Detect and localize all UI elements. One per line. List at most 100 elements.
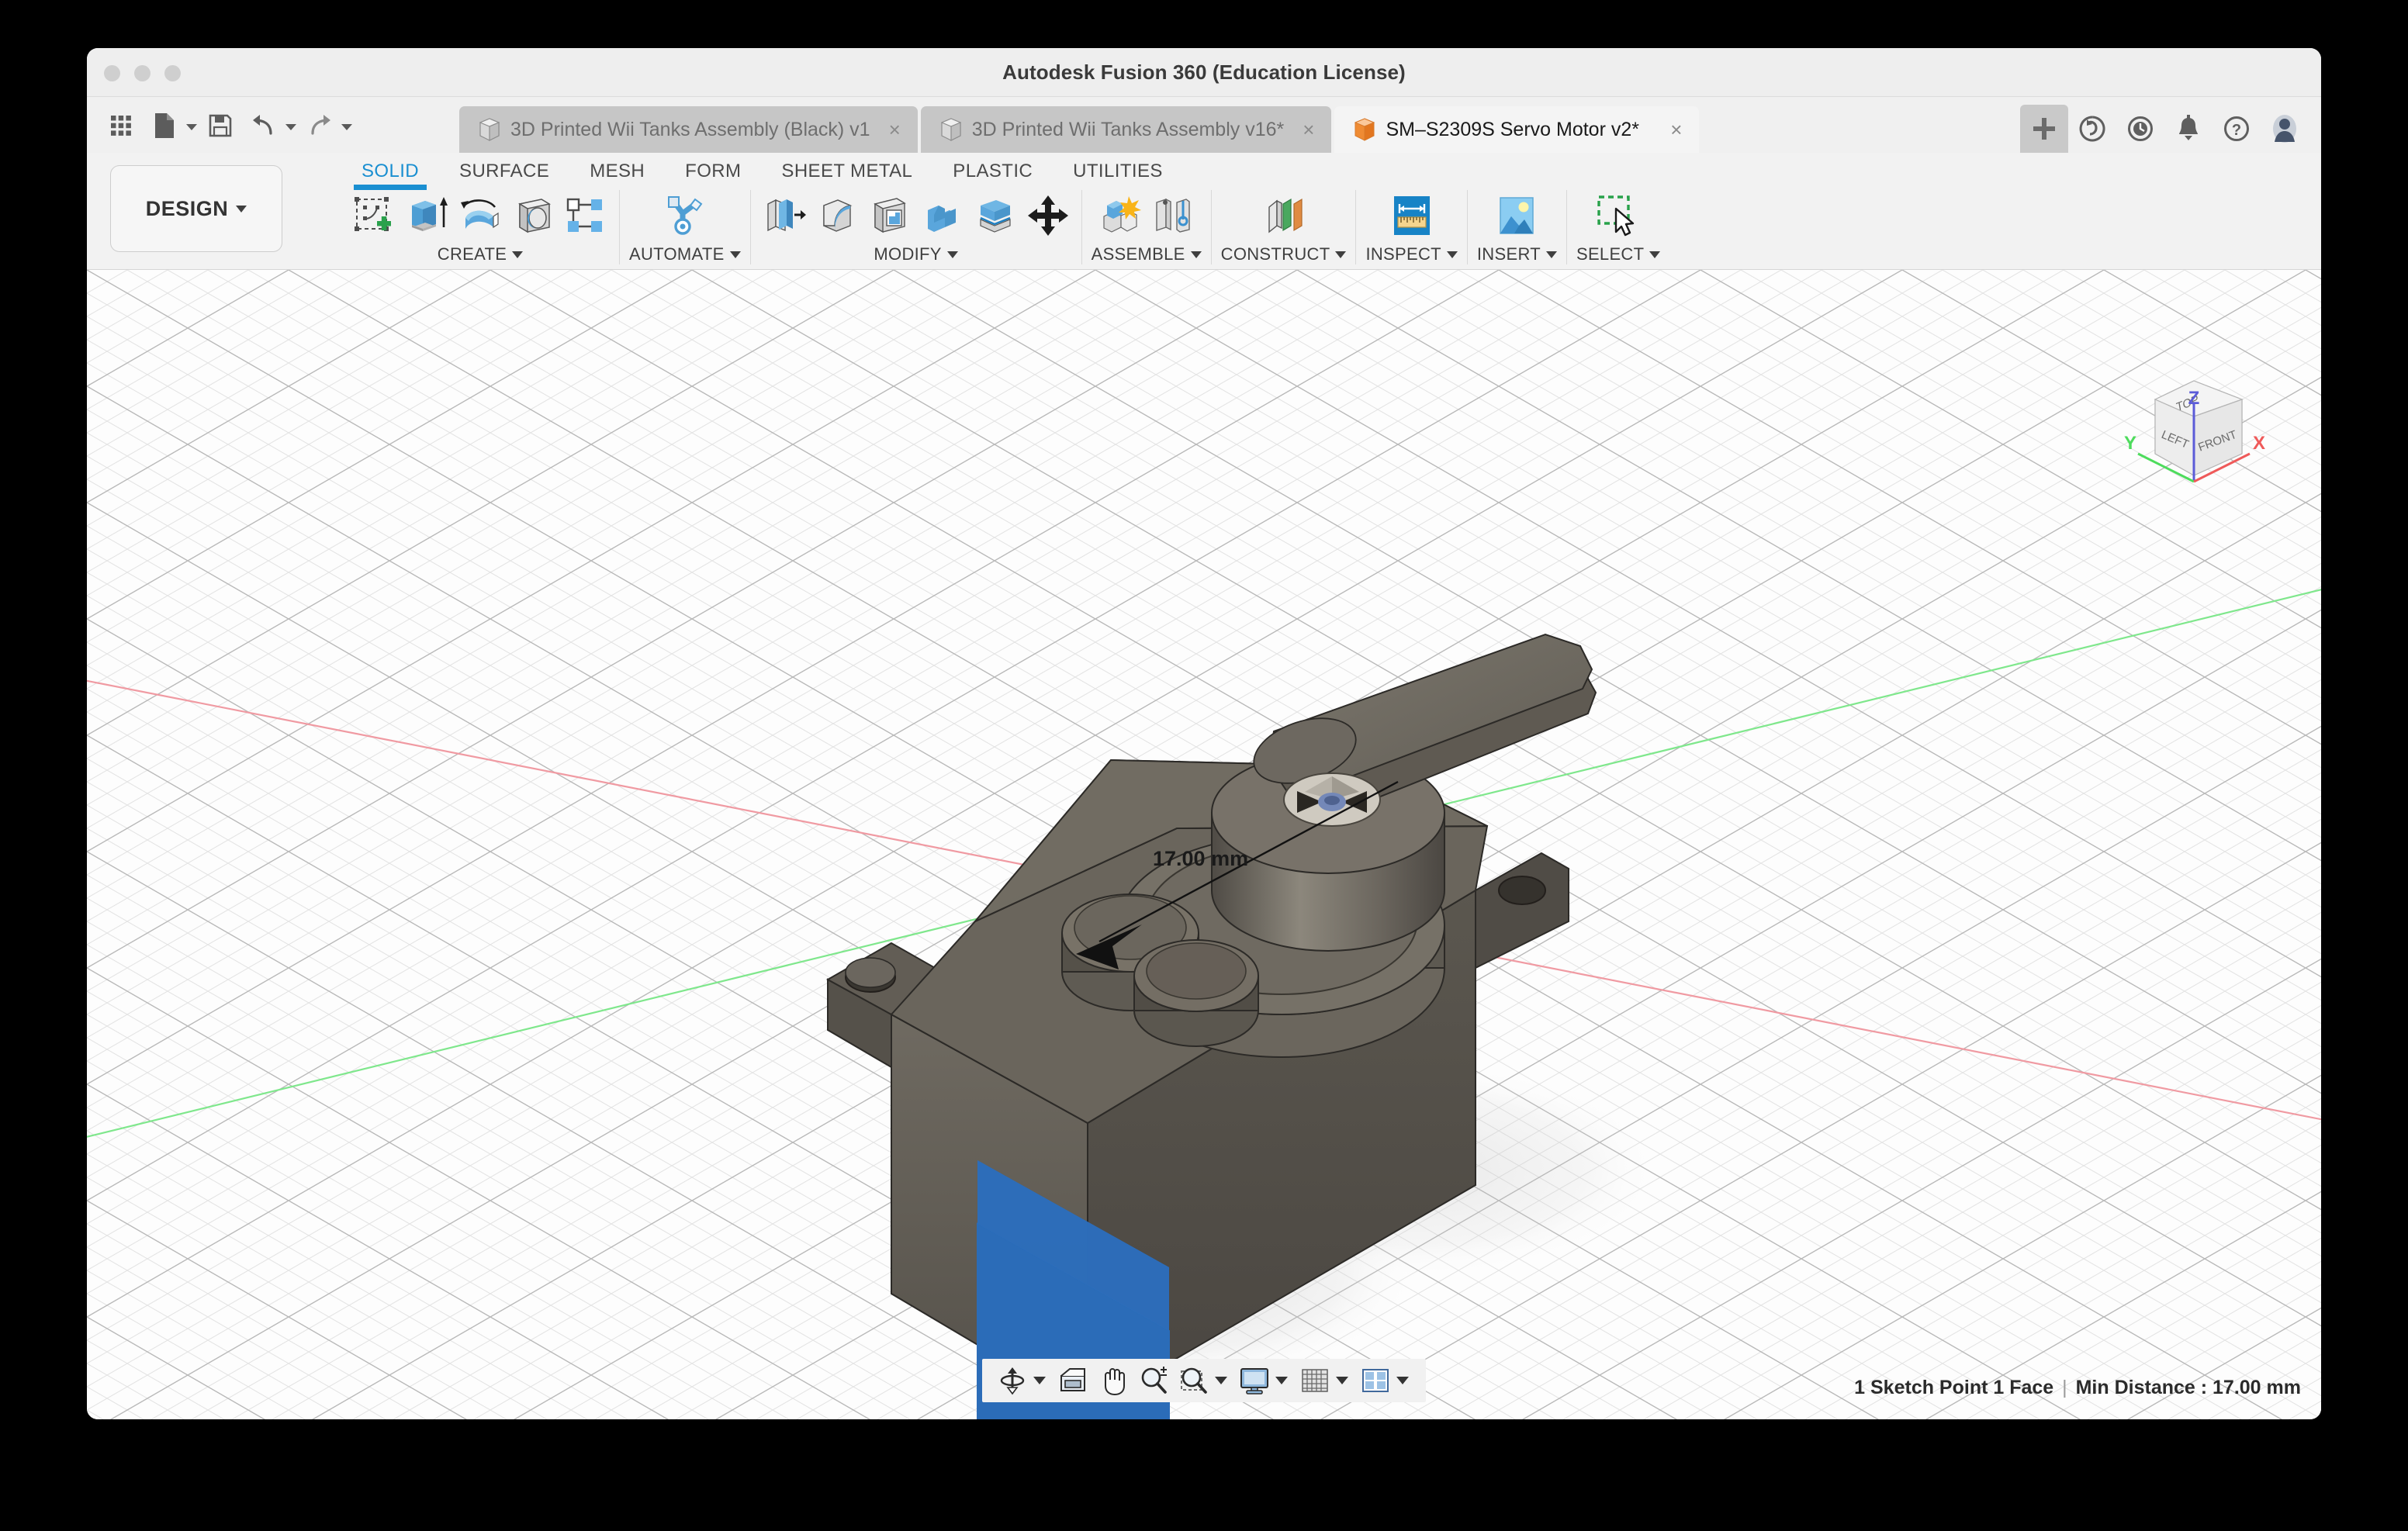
viewports-button[interactable] xyxy=(1356,1363,1395,1398)
fusion360-window: Autodesk Fusion 360 (Education License) xyxy=(87,48,2321,1419)
panel-automate-label[interactable]: AUTOMATE xyxy=(629,244,741,264)
create-sketch-tool[interactable] xyxy=(351,192,399,240)
document-tab-close-icon[interactable]: × xyxy=(889,118,901,142)
hole-tool[interactable] xyxy=(509,192,557,240)
tab-form[interactable]: FORM xyxy=(665,157,761,187)
panel-modify-label[interactable]: MODIFY xyxy=(874,244,957,264)
panel-select: SELECT xyxy=(1566,190,1669,264)
combine-tool[interactable] xyxy=(919,192,967,240)
tab-mesh[interactable]: MESH xyxy=(569,157,665,187)
undo-caret-icon[interactable] xyxy=(285,124,296,130)
panel-select-label[interactable]: SELECT xyxy=(1576,244,1660,264)
cloud-sync-icon xyxy=(2078,115,2106,143)
document-tab-close-icon[interactable]: × xyxy=(1670,118,1682,142)
job-status-button[interactable] xyxy=(2068,107,2116,150)
bell-icon xyxy=(2175,115,2202,143)
move-arrows-icon xyxy=(1026,193,1071,238)
zoom-window-caret-icon[interactable] xyxy=(1215,1377,1227,1384)
chevron-down-icon xyxy=(1335,251,1346,258)
panel-construct: CONSTRUCT xyxy=(1211,190,1356,264)
new-component-icon xyxy=(1098,193,1143,238)
tab-solid[interactable]: SOLID xyxy=(341,157,439,187)
new-component-tool[interactable] xyxy=(1096,192,1144,240)
extrude-tool[interactable] xyxy=(403,192,452,240)
plus-icon xyxy=(2031,116,2057,142)
orbit-caret-icon[interactable] xyxy=(1033,1377,1046,1384)
shell-icon xyxy=(867,193,912,238)
view-cube[interactable]: TOP LEFT FRONT Z Y X xyxy=(2109,367,2279,506)
help-button[interactable]: ? xyxy=(2213,107,2261,150)
clock-icon xyxy=(2126,115,2154,143)
tab-plastic[interactable]: PLASTIC xyxy=(932,157,1053,187)
document-tab-1[interactable]: 3D Printed Wii Tanks Assembly (Black) v1… xyxy=(459,106,918,153)
tab-surface[interactable]: SURFACE xyxy=(439,157,569,187)
app-grid-button[interactable] xyxy=(101,106,141,145)
panel-assemble-label[interactable]: ASSEMBLE xyxy=(1092,244,1202,264)
document-tab-label: 3D Printed Wii Tanks Assembly (Black) v1 xyxy=(510,119,870,141)
sketch-plus-icon xyxy=(352,193,397,238)
notifications-button[interactable] xyxy=(2164,107,2213,150)
undo-button[interactable] xyxy=(244,106,284,145)
tab-bar: 3D Printed Wii Tanks Assembly (Black) v1… xyxy=(87,97,2321,153)
pan-button[interactable] xyxy=(1094,1363,1133,1398)
status-selection: 1 Sketch Point 1 Face xyxy=(1854,1377,2053,1398)
redo-caret-icon[interactable] xyxy=(341,124,352,130)
save-button[interactable] xyxy=(200,106,240,145)
viewports-caret-icon[interactable] xyxy=(1396,1377,1409,1384)
tab-sheet-metal[interactable]: SHEET METAL xyxy=(761,157,932,187)
revolve-tool[interactable] xyxy=(456,192,504,240)
panel-insert: INSERT xyxy=(1467,190,1566,264)
select-tool[interactable] xyxy=(1594,192,1642,240)
split-face-tool[interactable] xyxy=(971,192,1019,240)
account-button[interactable] xyxy=(2261,107,2309,150)
display-settings-button[interactable] xyxy=(1235,1363,1274,1398)
fillet-tool[interactable] xyxy=(813,192,861,240)
panel-automate-text: AUTOMATE xyxy=(629,244,725,264)
panel-create-label[interactable]: CREATE xyxy=(438,244,523,264)
insert-canvas-tool[interactable] xyxy=(1493,192,1541,240)
grey-cube-icon xyxy=(479,118,500,141)
document-tab-2[interactable]: 3D Printed Wii Tanks Assembly v16* × xyxy=(921,106,1332,153)
recent-activity-button[interactable] xyxy=(2116,107,2164,150)
dimension-value-label: 17.00 mm xyxy=(1153,847,1248,871)
design-workspace-selector[interactable]: DESIGN xyxy=(110,165,282,252)
joint-icon xyxy=(1150,193,1195,238)
panel-construct-label[interactable]: CONSTRUCT xyxy=(1221,244,1347,264)
tab-utilities[interactable]: UTILITIES xyxy=(1053,157,1183,187)
new-file-button[interactable] xyxy=(144,106,185,145)
measure-tool[interactable] xyxy=(1388,192,1436,240)
panel-inspect-label[interactable]: INSPECT xyxy=(1365,244,1457,264)
orbit-button[interactable] xyxy=(993,1363,1032,1398)
navigation-bar xyxy=(982,1359,1426,1402)
svg-text:?: ? xyxy=(2232,122,2241,139)
look-at-button[interactable] xyxy=(1054,1363,1092,1398)
press-pull-tool[interactable] xyxy=(760,192,808,240)
zoom-window-button[interactable] xyxy=(1175,1363,1213,1398)
redo-button[interactable] xyxy=(299,106,340,145)
offset-plane-tool[interactable] xyxy=(1260,192,1308,240)
extrude-icon xyxy=(405,193,450,238)
panel-inspect-text: INSPECT xyxy=(1365,244,1441,264)
new-file-caret-icon[interactable] xyxy=(186,124,197,130)
new-tab-button[interactable] xyxy=(2020,105,2068,153)
shell-tool[interactable] xyxy=(866,192,914,240)
move-copy-tool[interactable] xyxy=(1024,192,1072,240)
panel-construct-text: CONSTRUCT xyxy=(1221,244,1330,264)
document-tab-label: SM–S2309S Servo Motor v2* xyxy=(1386,119,1652,141)
automated-modeling-tool[interactable] xyxy=(661,192,709,240)
grid-snaps-button[interactable] xyxy=(1296,1363,1334,1398)
viewport-canvas[interactable]: 17.00 mm TOP LEFT FRONT Z Y X xyxy=(87,270,2321,1419)
panel-insert-label[interactable]: INSERT xyxy=(1477,244,1557,264)
document-tabs: 3D Printed Wii Tanks Assembly (Black) v1… xyxy=(459,97,1702,153)
panel-assemble: ASSEMBLE xyxy=(1081,190,1211,264)
grid-snaps-caret-icon[interactable] xyxy=(1336,1377,1348,1384)
display-settings-caret-icon[interactable] xyxy=(1275,1377,1288,1384)
status-separator: | xyxy=(2059,1377,2071,1398)
grid-icon xyxy=(109,114,133,137)
pattern-tool[interactable] xyxy=(562,192,610,240)
measure-ruler-icon xyxy=(1389,193,1434,238)
zoom-button[interactable] xyxy=(1134,1363,1173,1398)
document-tab-close-icon[interactable]: × xyxy=(1303,118,1314,142)
joint-tool[interactable] xyxy=(1149,192,1197,240)
document-tab-3[interactable]: SM–S2309S Servo Motor v2* × xyxy=(1334,106,1699,153)
